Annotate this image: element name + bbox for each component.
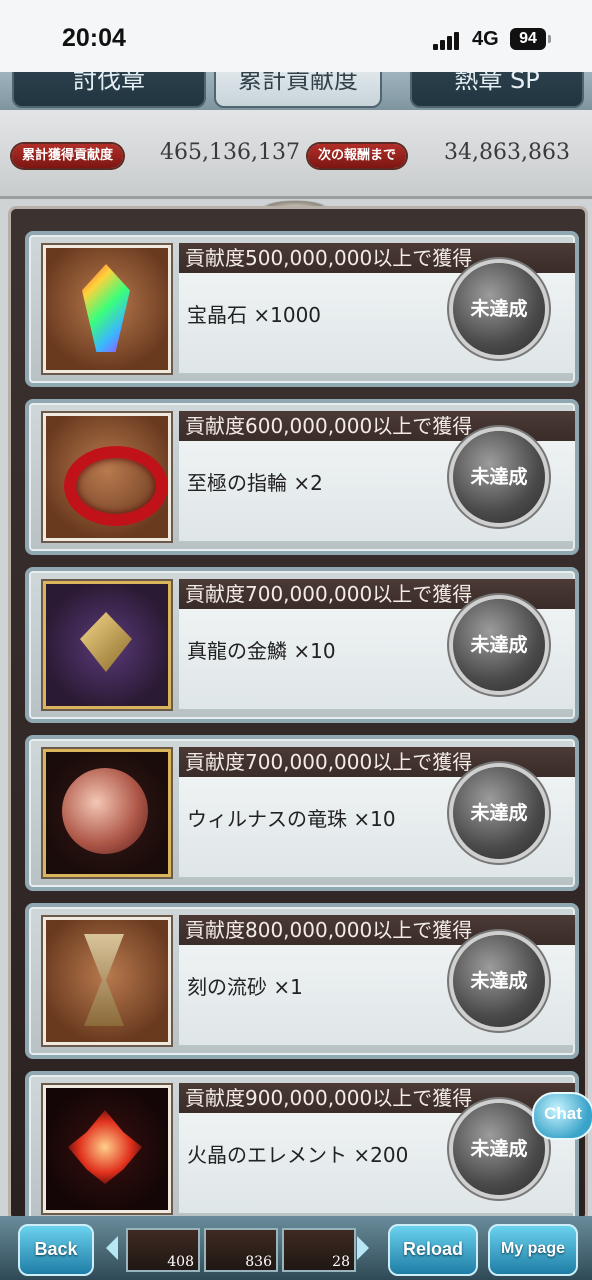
reward-card: 貢献度700,000,000以上で獲得 ウィルナスの竜珠 ×10 未達成 bbox=[25, 735, 579, 891]
stock-ticket[interactable]: 28 bbox=[282, 1228, 356, 1272]
reward-card: 貢献度800,000,000以上で獲得 刻の流砂 ×1 未達成 bbox=[25, 903, 579, 1059]
status-bar: 20:04 4G 94 bbox=[0, 0, 592, 72]
red-ring-icon bbox=[43, 413, 171, 541]
status-badge: 未達成 bbox=[453, 767, 545, 859]
next-reward-label: 次の報酬まで bbox=[308, 144, 407, 168]
bottom-nav: Back 408 836 28 Reload My page bbox=[0, 1216, 592, 1280]
battery-icon: 94 bbox=[510, 28, 546, 50]
stock-item[interactable]: 836 bbox=[204, 1228, 278, 1272]
tab-strip: 討伐章 累計貢献度 熱章 SP bbox=[0, 72, 592, 110]
summary-bar: 累計獲得貢献度 465,136,137 次の報酬まで 34,863,863 bbox=[0, 110, 592, 199]
reward-card: 貢献度600,000,000以上で獲得 至極の指輪 ×2 未達成 bbox=[25, 399, 579, 555]
chat-button[interactable]: Chat bbox=[532, 1092, 592, 1140]
reward-item: 火晶のエレメント ×200 bbox=[187, 1143, 409, 1167]
total-contribution-value: 465,136,137 bbox=[160, 140, 300, 165]
dragon-orb-icon bbox=[43, 749, 171, 877]
stock-crystal[interactable]: 408 bbox=[126, 1228, 200, 1272]
next-reward-value: 34,863,863 bbox=[444, 140, 570, 165]
stock-count: 408 bbox=[167, 1254, 194, 1270]
reward-item: ウィルナスの竜珠 ×10 bbox=[187, 807, 396, 831]
reward-card: 貢献度900,000,000以上で獲得 火晶のエレメント ×200 未達成 bbox=[25, 1071, 579, 1219]
signal-icon bbox=[433, 30, 463, 50]
reward-item: 至極の指輪 ×2 bbox=[187, 471, 323, 495]
status-badge: 未達成 bbox=[453, 431, 545, 523]
tab-battle-badge[interactable]: 討伐章 bbox=[12, 72, 206, 108]
reward-item: 刻の流砂 ×1 bbox=[187, 975, 303, 999]
back-button[interactable]: Back bbox=[18, 1224, 94, 1276]
mypage-button[interactable]: My page bbox=[488, 1224, 578, 1276]
battery-tip bbox=[548, 35, 551, 43]
reward-card: 貢献度700,000,000以上で獲得 真龍の金鱗 ×10 未達成 bbox=[25, 567, 579, 723]
status-time: 20:04 bbox=[62, 24, 126, 52]
golden-scale-icon bbox=[43, 581, 171, 709]
status-badge: 未達成 bbox=[453, 263, 545, 355]
total-contribution-label: 累計獲得貢献度 bbox=[12, 144, 124, 168]
fire-element-icon bbox=[43, 1085, 171, 1213]
tab-total-contribution[interactable]: 累計貢献度 bbox=[214, 72, 382, 108]
chevron-right-icon[interactable] bbox=[357, 1236, 369, 1260]
reward-item: 宝晶石 ×1000 bbox=[187, 303, 322, 327]
hourglass-icon bbox=[43, 917, 171, 1045]
stock-count: 28 bbox=[332, 1254, 350, 1270]
status-badge: 未達成 bbox=[453, 599, 545, 691]
network-label: 4G bbox=[472, 28, 499, 50]
reward-item: 真龍の金鱗 ×10 bbox=[187, 639, 336, 663]
tab-sp-badge[interactable]: 熱章 SP bbox=[410, 72, 584, 108]
reward-card: 貢献度500,000,000以上で獲得 宝晶石 ×1000 未達成 bbox=[25, 231, 579, 387]
stock-count: 836 bbox=[245, 1254, 272, 1270]
reload-button[interactable]: Reload bbox=[388, 1224, 478, 1276]
rainbow-crystal-icon bbox=[43, 245, 171, 373]
reward-list: 貢献度500,000,000以上で獲得 宝晶石 ×1000 未達成 貢献度600… bbox=[8, 206, 588, 1222]
chevron-left-icon[interactable] bbox=[106, 1236, 118, 1260]
status-badge: 未達成 bbox=[453, 935, 545, 1027]
